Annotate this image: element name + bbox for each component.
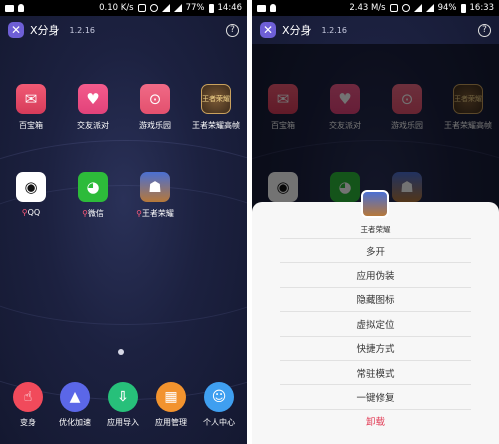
app-header: ✕ X分身 1.2.16 ? — [252, 16, 499, 44]
wifi-icon — [173, 4, 182, 12]
network-speed: 0.10 K/s — [99, 3, 134, 13]
mute-icon — [137, 4, 146, 12]
app-title: X分身 — [30, 24, 60, 37]
rocket-icon: ▲ — [60, 382, 90, 412]
app-kog[interactable]: ☗ ⚲王者荣耀 — [124, 172, 186, 219]
person-icon — [270, 4, 276, 12]
app-title: X分身 — [282, 24, 312, 37]
dock-label: 优化加速 — [59, 418, 91, 427]
menu-item-uninstall[interactable]: 卸载 — [280, 408, 471, 433]
app-options-sheet: 王者荣耀 多开 应用伪装 隐藏图标 虚拟定位 快捷方式 常驻模式 一键修复 卸载 — [252, 190, 499, 444]
qq-icon: ◉ — [16, 172, 46, 202]
options-menu: 多开 应用伪装 隐藏图标 虚拟定位 快捷方式 常驻模式 一键修复 卸载 — [280, 238, 471, 433]
dock-manage[interactable]: ▦ 应用管理 — [147, 382, 195, 428]
sheet-title: 王者荣耀 — [360, 225, 391, 234]
dock-label: 应用导入 — [107, 418, 139, 427]
app-game-park[interactable]: ⊙ 游戏乐园 — [124, 84, 186, 131]
app-treasure-box[interactable]: ✉ 百宝箱 — [0, 84, 62, 131]
app-party[interactable]: ♥ 交友派对 — [62, 84, 124, 131]
status-bar: 2.43 M/s 94% 16:33 — [252, 0, 499, 16]
status-bar: 0.10 K/s 77% 14:46 — [0, 0, 247, 16]
gamepad-icon: ⊙ — [140, 84, 170, 114]
dock-label: 变身 — [20, 418, 36, 427]
kog-icon — [361, 190, 389, 218]
help-button[interactable]: ? — [478, 23, 491, 37]
app-label: 游戏乐园 — [139, 121, 171, 130]
app-label: 王者荣耀高帧 — [192, 121, 240, 130]
hand-icon: ☝ — [13, 382, 43, 412]
dock-import[interactable]: ⇩ 应用导入 — [99, 382, 147, 428]
version-label: 1.2.16 — [69, 25, 95, 35]
dock-transform[interactable]: ☝ 变身 — [4, 382, 52, 428]
help-button[interactable]: ? — [226, 23, 239, 37]
app-wechat[interactable]: ◕ ⚲微信 — [62, 172, 124, 219]
treasure-box-icon: ✉ — [16, 84, 46, 114]
wechat-icon: ◕ — [78, 172, 108, 202]
mute-icon — [389, 4, 398, 12]
app-header: ✕ X分身 1.2.16 ? — [0, 16, 247, 44]
version-label: 1.2.16 — [321, 25, 347, 35]
battery-percent: 77% — [185, 3, 205, 13]
menu-item-one-click-repair[interactable]: 一键修复 — [280, 384, 471, 408]
x-logo-icon: ✕ — [8, 22, 24, 38]
signal-icon — [413, 4, 422, 12]
app-label: 微信 — [87, 209, 104, 218]
menu-item-app-disguise[interactable]: 应用伪装 — [280, 262, 471, 286]
menu-item-multi-open[interactable]: 多开 — [280, 238, 471, 262]
person-icon — [18, 4, 24, 12]
app-qq[interactable]: ◉ ⚲QQ — [0, 172, 62, 217]
home-screen-left: 0.10 K/s 77% 14:46 ✕ X分身 1.2.16 ? ✉ 百宝箱 … — [0, 0, 247, 444]
app-label: 百宝箱 — [19, 121, 43, 130]
app-label: 王者荣耀 — [141, 209, 174, 218]
battery-icon — [460, 3, 466, 13]
menu-item-hide-icon[interactable]: 隐藏图标 — [280, 286, 471, 311]
dock-label: 应用管理 — [155, 418, 187, 427]
app-kog-hd[interactable]: 王者荣耀 王者荣耀高帧 — [185, 84, 247, 131]
bottom-dock: ☝ 变身 ▲ 优化加速 ⇩ 应用导入 ▦ 应用管理 ☺ 个人中心 — [0, 376, 247, 444]
dock-profile[interactable]: ☺ 个人中心 — [195, 382, 243, 428]
page-indicator — [118, 349, 124, 355]
app-label: 交友派对 — [77, 121, 109, 130]
menu-item-virtual-location[interactable]: 虚拟定位 — [280, 311, 471, 335]
home-screen-right: 2.43 M/s 94% 16:33 ✕ X分身 1.2.16 ? ✉ 百宝箱 … — [252, 0, 499, 444]
app-label: QQ — [27, 208, 41, 217]
network-speed: 2.43 M/s — [349, 3, 386, 13]
signal-icon — [161, 4, 170, 12]
person-icon: ☺ — [204, 382, 234, 412]
battery-icon — [208, 3, 214, 13]
menu-item-resident-mode[interactable]: 常驻模式 — [280, 359, 471, 384]
kog-icon: ☗ — [140, 172, 170, 202]
menu-item-shortcut[interactable]: 快捷方式 — [280, 335, 471, 360]
wifi-icon — [425, 4, 434, 12]
notification-icon — [5, 4, 14, 12]
alarm-icon — [401, 4, 410, 12]
dock-boost[interactable]: ▲ 优化加速 — [51, 382, 99, 428]
battery-percent: 94% — [437, 3, 457, 13]
kog-hd-icon: 王者荣耀 — [201, 84, 231, 114]
clock: 14:46 — [217, 3, 243, 13]
notification-icon — [257, 4, 266, 12]
download-icon: ⇩ — [108, 382, 138, 412]
dock-label: 个人中心 — [203, 418, 235, 427]
clock: 16:33 — [469, 3, 495, 13]
grid-icon: ▦ — [156, 382, 186, 412]
x-logo-icon: ✕ — [260, 22, 276, 38]
party-icon: ♥ — [78, 84, 108, 114]
alarm-icon — [149, 4, 158, 12]
